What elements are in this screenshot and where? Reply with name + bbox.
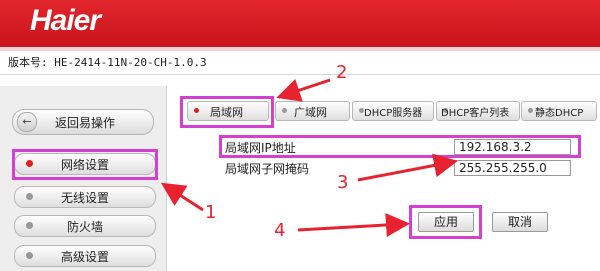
arrow-annotation-1 <box>160 182 204 212</box>
annotation-number-2: 2 <box>336 62 348 83</box>
annotation-number-1: 1 <box>205 202 217 223</box>
annotation-number-4: 4 <box>274 220 286 241</box>
annotation-arrows <box>160 78 458 237</box>
annotation-number-3: 3 <box>337 172 349 193</box>
arrow-annotation-4 <box>297 213 410 237</box>
arrow-annotation-3 <box>357 153 458 182</box>
arrow-annotation-2 <box>276 78 331 102</box>
